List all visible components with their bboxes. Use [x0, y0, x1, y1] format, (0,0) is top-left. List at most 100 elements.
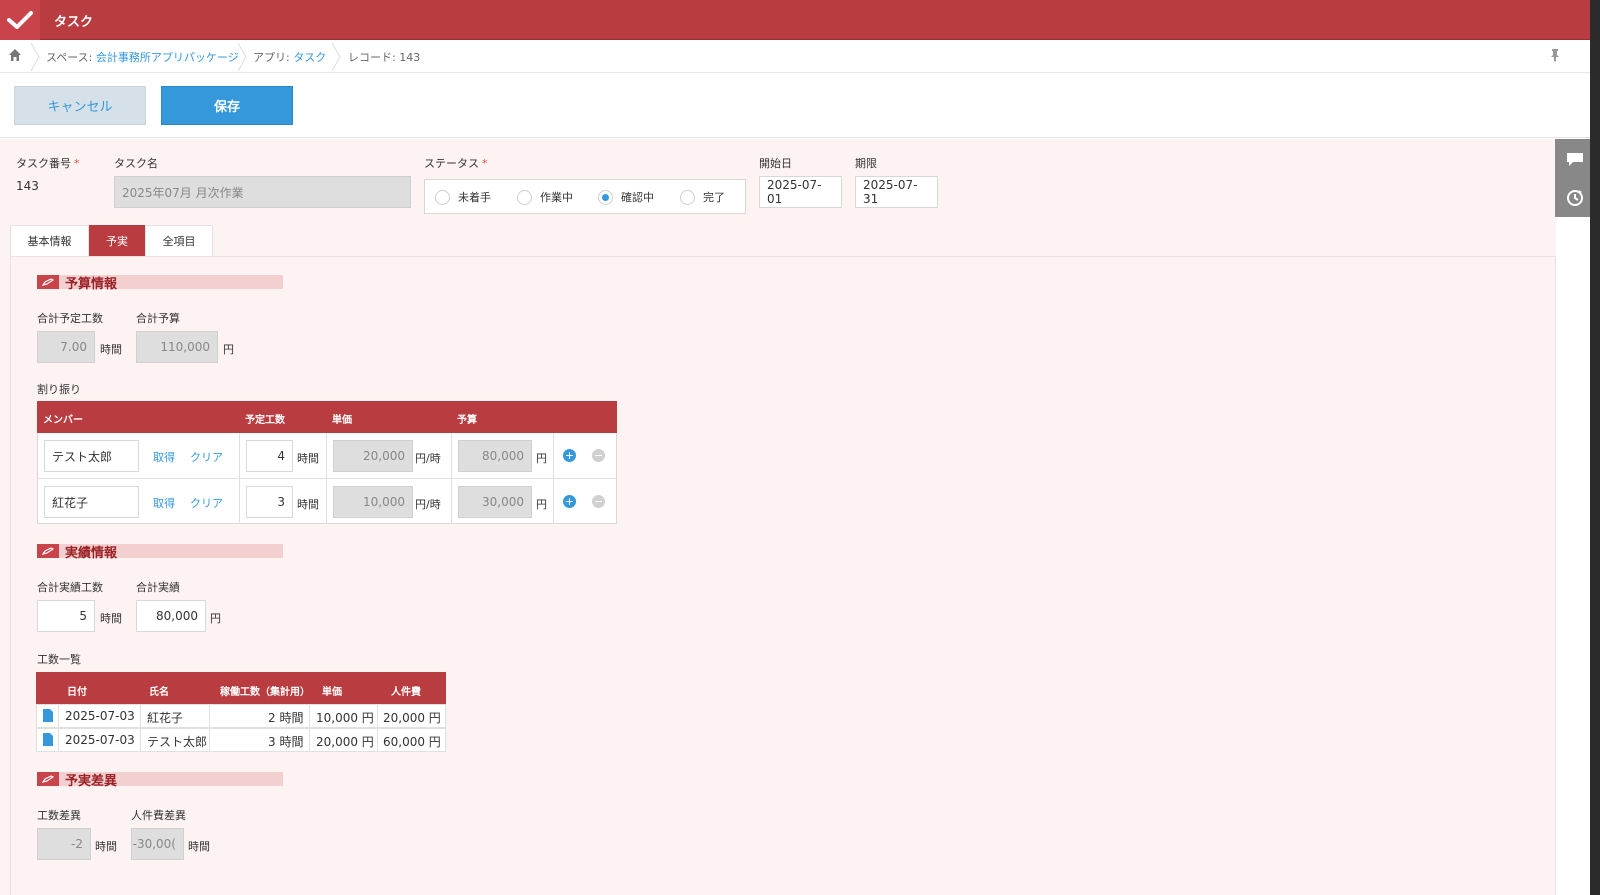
rate-unit: 円/時: [415, 498, 441, 511]
radio-icon: [517, 189, 532, 205]
budget-field: 80,000: [458, 440, 532, 472]
hours-unit: 時間: [95, 840, 117, 853]
total-actual-hours-label: 合計実績工数: [37, 581, 103, 594]
remove-row-icon[interactable]: −: [592, 495, 605, 508]
col-planned-hours: 予定工数: [245, 415, 285, 426]
get-link[interactable]: 取得: [153, 495, 175, 511]
labor-cost-variance-label: 人件費差異: [131, 809, 186, 822]
member-field[interactable]: 紅花子: [44, 486, 139, 518]
total-budget-field: 110,000: [136, 331, 218, 363]
comment-icon[interactable]: [1555, 139, 1595, 178]
total-actual-hours-field[interactable]: 5: [37, 600, 95, 632]
chevron-right-icon: [331, 43, 341, 71]
tab-panel: [10, 256, 1556, 895]
window-edge: [1590, 0, 1600, 895]
document-icon[interactable]: [43, 733, 53, 749]
row-labor-cost: 60,000 円: [383, 735, 441, 749]
status-option-in-progress[interactable]: 作業中: [517, 189, 573, 205]
col-unit-price: 単価: [322, 687, 342, 698]
clear-link[interactable]: クリア: [190, 495, 223, 511]
status-option-done[interactable]: 完了: [680, 189, 725, 205]
col-date: 日付: [67, 687, 87, 698]
add-row-icon[interactable]: +: [563, 449, 576, 462]
col-name: 氏名: [149, 687, 169, 698]
row-hours: 2 時間: [268, 711, 304, 725]
clear-link[interactable]: クリア: [190, 449, 223, 465]
pencil-icon: [37, 772, 59, 786]
breadcrumb-space-prefix: スペース:: [46, 51, 96, 64]
hours-unit: 時間: [297, 498, 319, 511]
total-planned-hours-field: 7.00: [37, 331, 95, 363]
total-planned-hours-label: 合計予定工数: [37, 312, 103, 325]
row-date: 2025-07-03: [65, 733, 135, 747]
status-option-not-started[interactable]: 未着手: [435, 189, 491, 205]
document-icon[interactable]: [43, 709, 53, 725]
due-date-field[interactable]: 2025-07-31: [855, 176, 938, 208]
budget-field: 30,000: [458, 486, 532, 518]
row-hours: 3 時間: [268, 735, 304, 749]
col-budget: 予算: [457, 415, 477, 426]
planned-hours-field[interactable]: 4: [246, 440, 293, 472]
chevron-right-icon: [30, 43, 40, 71]
hours-unit: 時間: [297, 452, 319, 465]
yen-unit: 円: [536, 498, 547, 511]
total-actual-cost-label: 合計実績: [136, 581, 180, 594]
chevron-right-icon: [237, 43, 247, 71]
budget-section-title: 予算情報: [65, 277, 118, 292]
record-form: タスク番号 * 143 タスク名 2025年07月 月次作業 ステータス * 未着手…: [0, 139, 1556, 895]
yen-unit: 円: [210, 612, 221, 625]
app-header: タスク: [0, 0, 1590, 40]
radio-icon: [435, 189, 450, 205]
home-icon[interactable]: [8, 48, 24, 64]
planned-hours-field[interactable]: 3: [246, 486, 293, 518]
table-row[interactable]: 2025-07-03 テスト太郎 3 時間 20,000 円 60,000 円: [36, 728, 446, 752]
yen-unit: 円: [223, 343, 234, 356]
add-row-icon[interactable]: +: [563, 495, 576, 508]
budget-section-header: 予算情報: [37, 275, 283, 292]
tab-basic-info[interactable]: 基本情報: [10, 225, 89, 257]
table-row[interactable]: 2025-07-03 紅花子 2 時間 10,000 円 20,000 円: [36, 704, 446, 728]
pencil-icon: [37, 544, 59, 558]
breadcrumb-space-link[interactable]: 会計事務所アプリパッケージ: [96, 51, 239, 64]
tab-all-fields[interactable]: 全項目: [145, 225, 213, 257]
col-member: メンバー: [43, 415, 83, 426]
total-actual-cost-field[interactable]: 80,000: [136, 600, 206, 632]
radio-icon: [680, 189, 695, 205]
row-name: テスト太郎: [147, 735, 208, 749]
col-labor-cost: 人件費: [391, 687, 421, 698]
hours-unit: 時間: [188, 840, 210, 853]
status-label: ステータス *: [424, 157, 488, 170]
task-name-field: 2025年07月 月次作業: [114, 176, 411, 208]
hours-list-header: 日付 氏名 稼働工数（集計用） 単価 人件費: [36, 672, 446, 704]
breadcrumb-app-link[interactable]: タスク: [293, 51, 326, 64]
tab-budget-actual[interactable]: 予実: [89, 225, 145, 257]
row-name: 紅花子: [147, 711, 184, 725]
start-date-field[interactable]: 2025-07-01: [759, 176, 842, 208]
row-unit-price: 20,000 円: [316, 735, 374, 749]
row-labor-cost: 20,000 円: [383, 711, 441, 725]
due-date-label: 期限: [855, 157, 877, 170]
status-option-reviewing[interactable]: 確認中: [598, 189, 654, 205]
breadcrumb-space: スペース: 会計事務所アプリパッケージ: [46, 49, 239, 65]
action-bar: キャンセル 保存: [0, 74, 1590, 138]
check-icon[interactable]: [0, 0, 40, 40]
total-budget-label: 合計予算: [136, 312, 180, 325]
side-panel: [1555, 139, 1595, 217]
yen-unit: 円: [536, 452, 547, 465]
hours-unit: 時間: [100, 343, 122, 356]
pin-icon[interactable]: [1550, 48, 1562, 64]
task-number-label: タスク番号 *: [16, 157, 80, 170]
col-unit-price: 単価: [332, 415, 352, 426]
allocation-table-header: メンバー 予定工数 単価 予算: [37, 401, 617, 433]
row-unit-price: 10,000 円: [316, 711, 374, 725]
get-link[interactable]: 取得: [153, 449, 175, 465]
hours-variance-label: 工数差異: [37, 809, 81, 822]
save-button[interactable]: 保存: [161, 86, 293, 125]
unit-price-field: 10,000: [333, 486, 413, 518]
remove-row-icon[interactable]: −: [592, 449, 605, 462]
member-field[interactable]: テスト太郎: [44, 440, 139, 472]
history-icon[interactable]: [1555, 178, 1595, 217]
allocation-table: メンバー 予定工数 単価 予算 テスト太郎 取得 クリア 4 時間 20,000…: [37, 401, 617, 524]
app-window: タスク スペース: 会計事務所アプリパッケージ アプリ: タスク レコード: 1…: [0, 0, 1590, 895]
cancel-button[interactable]: キャンセル: [14, 86, 146, 125]
